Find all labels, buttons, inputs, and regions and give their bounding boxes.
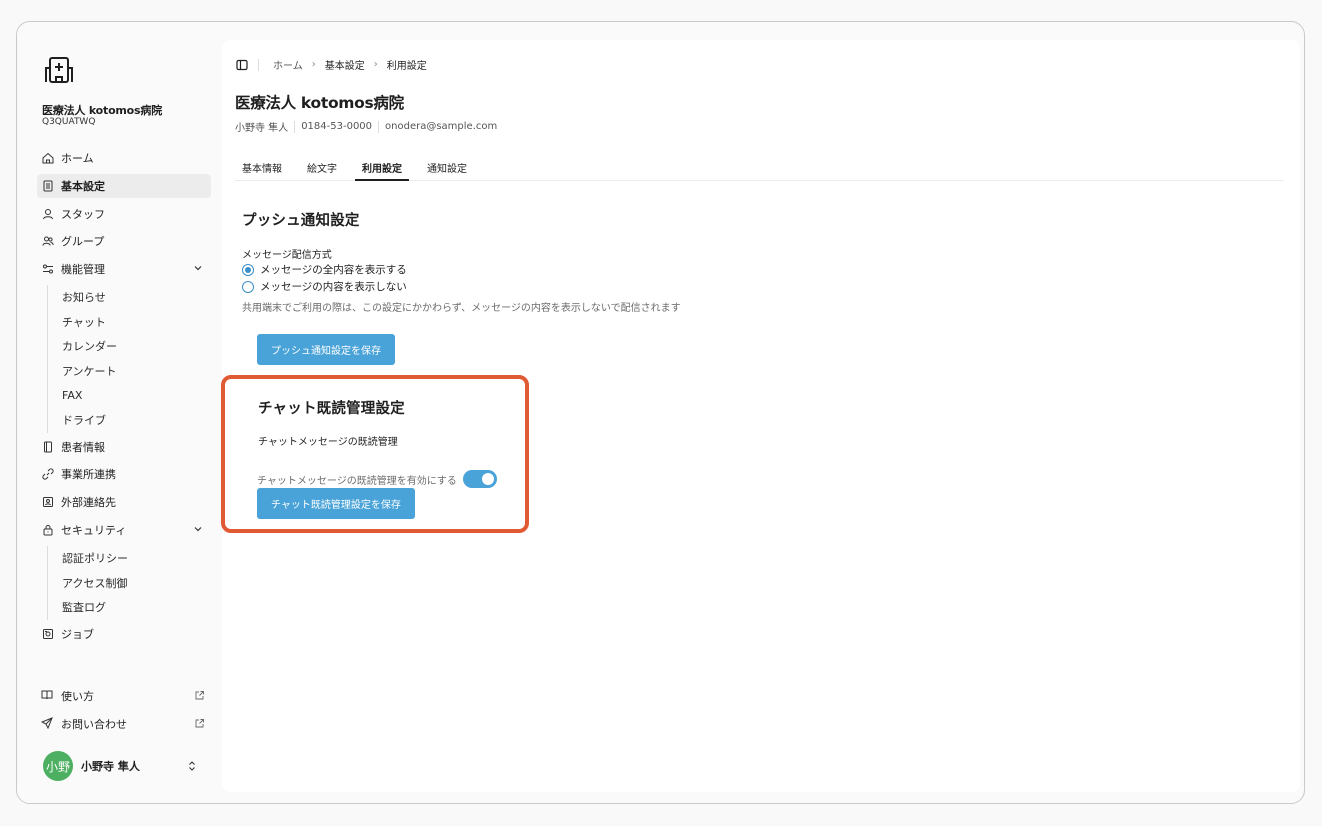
home-icon <box>41 151 55 165</box>
radio-button-checked[interactable] <box>242 263 254 276</box>
sidebar-item-label: ホーム <box>61 152 94 165</box>
chevron-down-icon <box>194 527 202 532</box>
sidebar-subitem-drive[interactable]: ドライブ <box>62 408 211 433</box>
user-icon <box>41 207 55 221</box>
avatar: 小野 <box>43 751 73 781</box>
chat-read-section-title: チャット既読管理設定 <box>258 401 405 417</box>
sidebar-item-group[interactable]: グループ <box>37 229 211 253</box>
sidebar-item-patients[interactable]: 患者情報 <box>37 435 211 459</box>
org-code: Q3QUATWQ <box>42 117 96 127</box>
main-content: ホーム › 基本設定 › 利用設定 医療法人 kotomos病院 小野寺 隼人 … <box>222 40 1300 792</box>
chevron-right-icon: › <box>373 59 378 70</box>
external-link-icon <box>195 691 204 700</box>
push-section-title: プッシュ通知設定 <box>242 213 360 229</box>
sidebar-item-label: 外部連絡先 <box>61 496 116 510</box>
delivery-method-label: メッセージ配信方式 <box>242 250 332 261</box>
building-icon <box>41 179 55 193</box>
chat-read-toggle[interactable] <box>462 470 497 488</box>
sidebar-item-label: 機能管理 <box>61 263 105 277</box>
feature-submenu: お知らせ チャット カレンダー アンケート FAX ドライブ <box>47 284 211 433</box>
org-name: 医療法人 kotomos病院 <box>42 104 162 117</box>
sidebar-item-security[interactable]: セキュリティ <box>37 518 211 542</box>
sidebar-item-label: セキュリティ <box>61 523 127 537</box>
chat-read-toggle-label: チャットメッセージの既読管理を有効にする <box>257 475 457 487</box>
sidebar-item-external-contacts[interactable]: 外部連絡先 <box>37 490 211 514</box>
divider <box>378 120 380 133</box>
sidebar-item-label: ジョブ <box>61 627 94 641</box>
divider <box>294 120 296 133</box>
chat-read-toggle-row: チャットメッセージの既読管理を有効にする <box>257 470 497 488</box>
settings-tabs: 基本情報 絵文字 利用設定 通知設定 <box>235 153 1284 181</box>
breadcrumb-divider <box>258 58 259 71</box>
sidebar-item-label: 患者情報 <box>61 440 105 454</box>
sidebar-item-basic-settings[interactable]: 基本設定 <box>37 173 211 198</box>
radio-label: メッセージの内容を表示しない <box>260 281 407 293</box>
sidebar-subitem-chat[interactable]: チャット <box>62 310 211 335</box>
sidebar-nav: ホーム 基本設定 スタッフ グループ 機能管理 お知らせ チャット カレンダー … <box>37 146 211 649</box>
user-name: 小野寺 隼人 <box>81 760 140 773</box>
chat-read-label: チャットメッセージの既読管理 <box>258 437 398 448</box>
toggles-icon <box>41 262 55 276</box>
radio-show-all[interactable]: メッセージの全内容を表示する <box>242 262 407 277</box>
sidebar: 医療法人 kotomos病院 Q3QUATWQ ホーム 基本設定 スタッフ グル… <box>17 22 222 803</box>
push-hint: 共用端末でご利用の際は、この設定にかかわらず、メッセージの内容を表示しないで配信… <box>242 303 681 314</box>
save-push-settings-button[interactable]: プッシュ通知設定を保存 <box>257 334 395 365</box>
how-to-label: 使い方 <box>61 690 94 703</box>
contact-phone: 0184-53-0000 <box>301 121 373 132</box>
tab-basic-info[interactable]: 基本情報 <box>235 153 289 181</box>
send-icon <box>41 717 55 731</box>
breadcrumb-basic[interactable]: 基本設定 <box>325 57 365 72</box>
save-chat-read-settings-button[interactable]: チャット既読管理設定を保存 <box>257 488 415 519</box>
hospital-icon <box>45 57 73 83</box>
sidebar-subitem-news[interactable]: お知らせ <box>62 285 211 310</box>
chevron-right-icon: › <box>311 59 316 70</box>
page-title: 医療法人 kotomos病院 <box>235 94 404 112</box>
sidebar-item-home[interactable]: ホーム <box>37 146 211 170</box>
sidebar-subitem-audit-log[interactable]: 監査ログ <box>62 595 211 620</box>
contact-label: お問い合わせ <box>61 718 127 731</box>
breadcrumb: ホーム › 基本設定 › 利用設定 <box>236 57 427 72</box>
chevrons-up-down-icon <box>189 761 195 771</box>
sidebar-subitem-access-control[interactable]: アクセス制御 <box>62 570 211 595</box>
how-to-link[interactable]: 使い方 <box>37 682 211 710</box>
job-icon <box>41 627 55 641</box>
sidebar-item-office-link[interactable]: 事業所連携 <box>37 462 211 486</box>
org-contact-info: 小野寺 隼人 0184-53-0000 onodera@sample.com <box>235 119 497 134</box>
sidebar-item-label: スタッフ <box>61 207 105 221</box>
lock-icon <box>41 523 55 537</box>
tab-usage-settings[interactable]: 利用設定 <box>355 153 409 181</box>
contact-card-icon <box>41 495 55 509</box>
sidebar-subitem-auth-policy[interactable]: 認証ポリシー <box>62 546 211 571</box>
sidebar-item-staff[interactable]: スタッフ <box>37 202 211 226</box>
sidebar-item-label: 事業所連携 <box>61 468 116 482</box>
external-link-icon <box>195 719 204 728</box>
radio-hide-content[interactable]: メッセージの内容を表示しない <box>242 279 407 294</box>
sidebar-subitem-survey[interactable]: アンケート <box>62 359 211 384</box>
sidebar-subitem-fax[interactable]: FAX <box>62 383 211 408</box>
sidebar-bottom-nav: 使い方 お問い合わせ <box>37 682 211 738</box>
book-icon <box>41 689 55 703</box>
contact-name: 小野寺 隼人 <box>235 123 289 134</box>
contact-link[interactable]: お問い合わせ <box>37 710 211 738</box>
sidebar-toggle-icon[interactable] <box>236 59 248 71</box>
notebook-icon <box>41 440 55 454</box>
radio-label: メッセージの全内容を表示する <box>260 264 407 276</box>
sidebar-subitem-calendar[interactable]: カレンダー <box>62 334 211 359</box>
link-icon <box>41 467 55 481</box>
sidebar-item-jobs[interactable]: ジョブ <box>37 622 211 646</box>
users-icon <box>41 234 55 248</box>
tab-notification-settings[interactable]: 通知設定 <box>420 153 474 181</box>
tab-emoji[interactable]: 絵文字 <box>300 153 344 181</box>
security-submenu: 認証ポリシー アクセス制御 監査ログ <box>47 545 211 620</box>
sidebar-item-feature-mgmt[interactable]: 機能管理 <box>37 257 211 281</box>
breadcrumb-home[interactable]: ホーム <box>273 57 303 72</box>
chevron-down-icon <box>194 266 202 271</box>
sidebar-item-label: 基本設定 <box>61 179 105 193</box>
app-window: 医療法人 kotomos病院 Q3QUATWQ ホーム 基本設定 スタッフ グル… <box>16 21 1305 804</box>
user-menu[interactable]: 小野 小野寺 隼人 <box>43 750 207 782</box>
contact-email: onodera@sample.com <box>385 121 498 132</box>
breadcrumb-current: 利用設定 <box>386 61 427 72</box>
radio-button[interactable] <box>242 280 254 293</box>
sidebar-item-label: グループ <box>61 235 105 249</box>
